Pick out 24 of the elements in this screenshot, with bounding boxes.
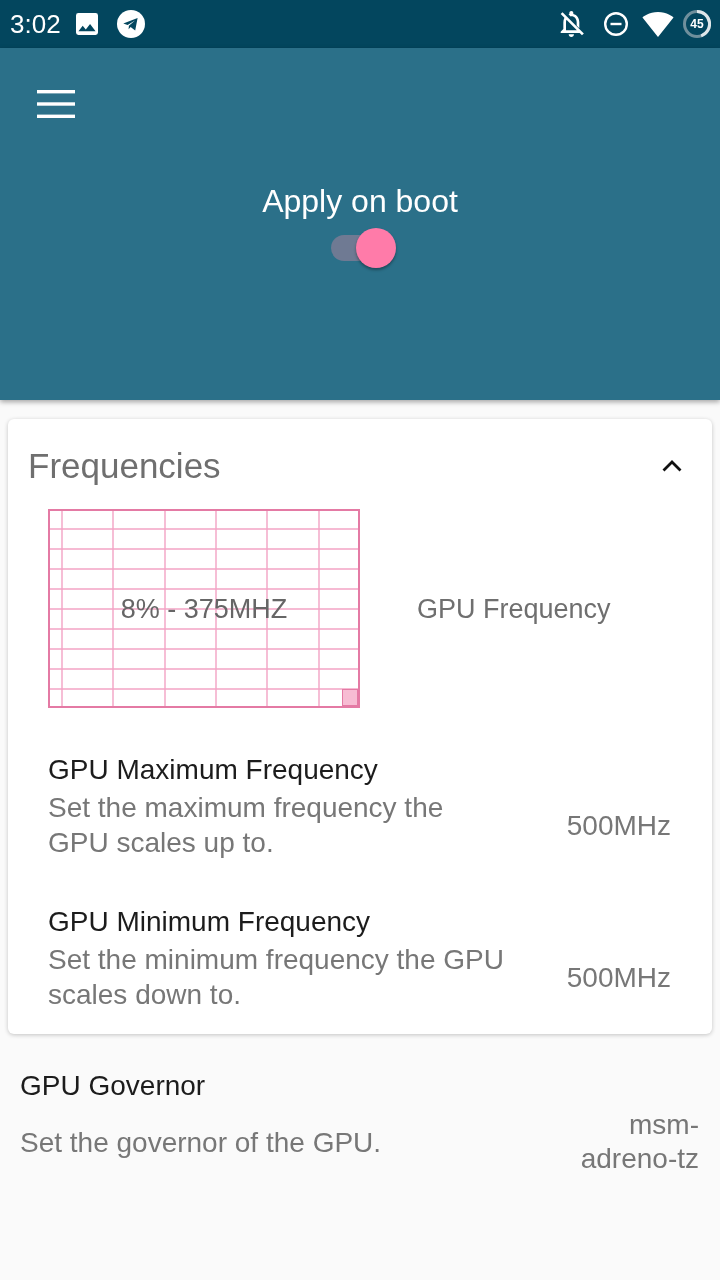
section-title: Frequencies: [28, 445, 221, 487]
battery-percent: 45: [690, 17, 704, 31]
apply-on-boot-switch[interactable]: [331, 228, 396, 268]
apply-on-boot-label: Apply on boot: [262, 182, 458, 221]
setting-value: 500MHz: [566, 808, 671, 843]
wifi-icon: [642, 11, 674, 37]
setting-value: msm-adreno-tz: [579, 1108, 699, 1176]
setting-description: Set the maximum frequency the GPU scales up to.: [48, 791, 444, 860]
setting-description: Set the governor of the GPU.: [20, 1125, 382, 1160]
chevron-up-icon[interactable]: [662, 460, 682, 472]
setting-title[interactable]: GPU Governor: [20, 1068, 206, 1103]
image-icon: [75, 13, 98, 35]
graph-label: GPU Frequency: [417, 592, 611, 625]
minus-circle-icon: [604, 12, 628, 36]
setting-description: Set the minimum frequency the GPU scales down to.: [48, 943, 504, 1012]
setting-title[interactable]: GPU Maximum Frequency: [48, 752, 378, 787]
status-time: 3:02: [10, 9, 61, 39]
setting-title[interactable]: GPU Minimum Frequency: [48, 904, 371, 939]
setting-value: 500MHz: [566, 960, 671, 995]
graph-reading: 8% - 375MHZ: [119, 593, 289, 625]
muted-bell-icon: [560, 11, 584, 37]
menu-icon[interactable]: [37, 90, 75, 118]
paper-plane-icon: [116, 10, 145, 38]
battery-ring-icon: [683, 10, 711, 38]
